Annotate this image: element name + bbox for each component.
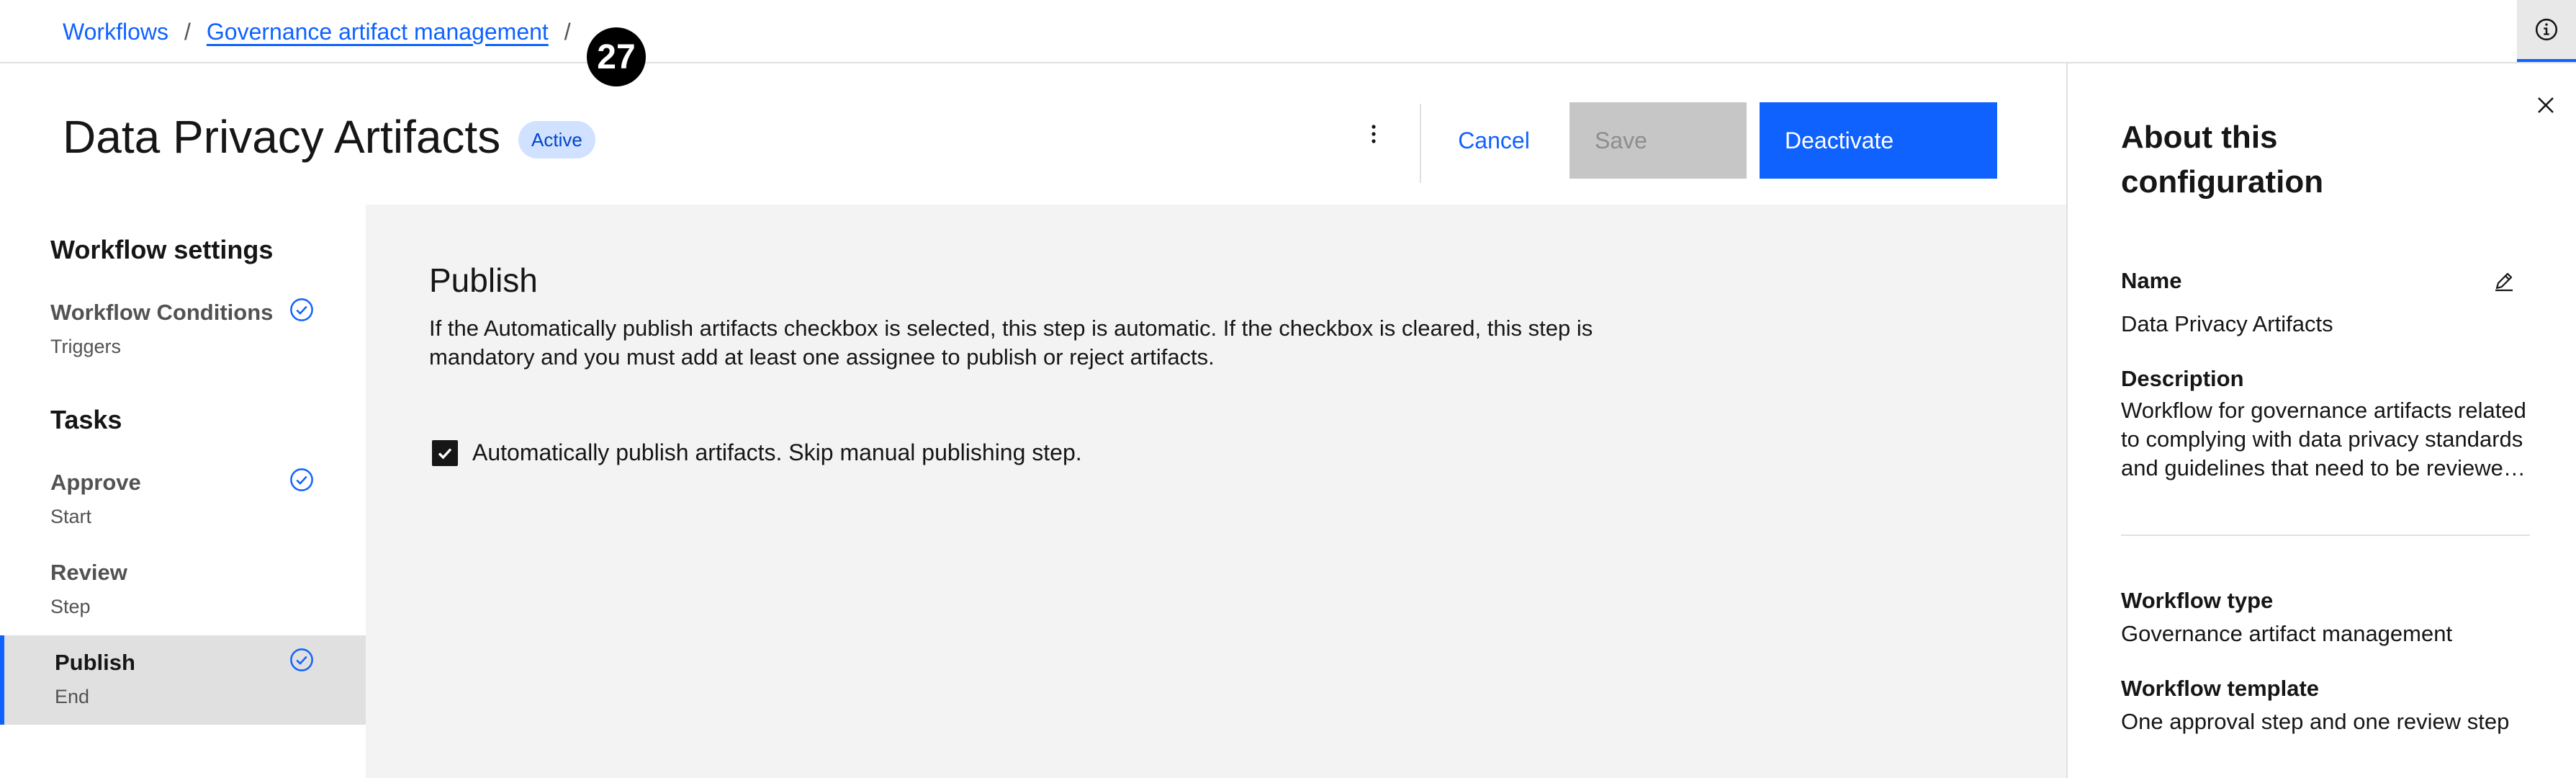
sidebar-item-sublabel: End [55,686,90,707]
sidebar-item-label: Publish [55,650,135,675]
checkmark-icon [438,447,452,459]
workflow-template-label: Workflow template [2121,676,2320,701]
description-label: Description [2121,366,2244,391]
name-label: Name [2121,268,2182,293]
deactivate-button[interactable]: Deactivate [1760,102,1997,179]
section-description: If the Automatically publish artifacts c… [429,316,1593,370]
panel-title: About this configuration [2121,120,2324,200]
sidebar-item-workflow-conditions[interactable]: Workflow Conditions Triggers [0,285,366,375]
name-value: Data Privacy Artifacts [2121,311,2333,336]
breadcrumb: Workflows / Governance artifact manageme… [63,17,587,46]
checkbox-label: Automatically publish artifacts. Skip ma… [472,439,1082,465]
sidebar-item-approve[interactable]: Approve Start [0,455,366,545]
overflow-menu-button[interactable] [1354,111,1394,157]
sidebar-item-sublabel: Step [50,596,91,617]
breadcrumb-separator: / [184,18,191,45]
edit-icon [2495,272,2513,292]
sidebar-item-label: Workflow Conditions [50,300,274,325]
close-button[interactable] [2528,88,2563,122]
sidebar-item-publish[interactable]: Publish End [0,635,366,725]
checkbox-checked-icon[interactable] [432,439,458,466]
sidebar-item-review[interactable]: Review Step [0,545,366,635]
sidebar-section-tasks: Tasks [50,405,122,434]
workflow-sidebar: Workflow settings Workflow Conditions Tr… [0,205,366,778]
main-content: Publish If the Automatically publish art… [366,205,2066,778]
workflow-type-value: Governance artifact management [2121,621,2453,646]
info-button[interactable] [2517,0,2576,62]
cancel-button[interactable]: Cancel [1433,102,1555,179]
breadcrumb-workflows[interactable]: Workflows [63,19,168,45]
step-number-badge: 27 [587,27,646,86]
breadcrumb-governance-artifact-management[interactable]: Governance artifact management [207,19,549,45]
top-bar: Workflows / Governance artifact manageme… [0,0,2576,63]
sidebar-section-workflow-settings: Workflow settings [50,235,274,264]
sidebar-item-sublabel: Triggers [50,336,122,357]
sidebar-item-label: Review [50,560,127,585]
checkmark-outline-icon [290,298,313,321]
checkmark-outline-icon [290,468,313,491]
sidebar-item-sublabel: Start [50,506,92,527]
checkmark-outline-icon [290,648,313,671]
workflow-type-label: Workflow type [2121,588,2274,613]
close-icon [2538,97,2554,113]
sidebar-item-label: Approve [50,470,141,495]
overflow-menu-icon [1372,125,1376,143]
auto-publish-checkbox[interactable]: Automatically publish artifacts. Skip ma… [432,439,1082,466]
page-header: Data Privacy Artifacts Active Cancel Sav… [0,63,2066,205]
panel-divider [2121,535,2530,536]
description-value: Workflow for governance artifacts relate… [2121,398,2526,480]
breadcrumb-separator: / [564,18,571,45]
status-badge: Active [518,121,595,158]
workflow-template-value: One approval step and one review step [2121,709,2510,734]
page-title: Data Privacy Artifacts [63,111,501,163]
header-divider [1420,104,1421,183]
edit-name-button[interactable] [2490,267,2518,295]
about-configuration-panel: About this configuration Name Data Priva… [2066,63,2576,778]
section-title: Publish [429,261,538,299]
information-icon [2535,18,2558,41]
save-button[interactable]: Save [1570,102,1747,179]
